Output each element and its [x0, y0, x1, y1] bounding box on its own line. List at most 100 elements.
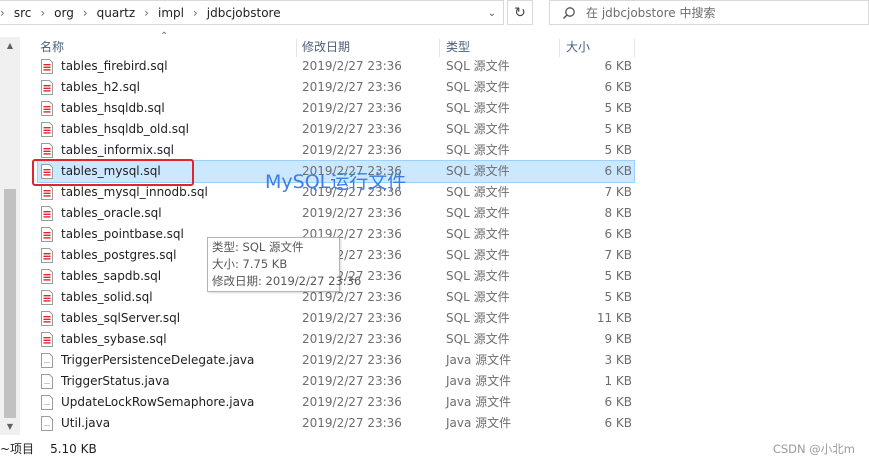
chevron-right-icon[interactable]: › — [0, 6, 5, 20]
status-bar: ~项目 5.10 KB CSDN @小北m — [0, 437, 869, 460]
file-row[interactable]: tables_h2.sql 2019/2/27 23:36 SQL 源文件 6 KB — [38, 77, 634, 98]
search-icon — [562, 6, 575, 19]
file-row[interactable]: tables_hsqldb_old.sql 2019/2/27 23:36 SQL … — [38, 119, 634, 140]
file-name: tables_pointbase.sql — [61, 227, 184, 241]
file-type: SQL 源文件 — [446, 227, 510, 241]
file-type: SQL 源文件 — [446, 143, 510, 157]
file-type: SQL 源文件 — [446, 311, 510, 325]
search-input[interactable]: 在 jdbcjobstore 中搜索 — [549, 0, 869, 25]
breadcrumb-item[interactable]: src — [14, 6, 32, 20]
file-size: 5 KB — [604, 143, 632, 157]
refresh-button[interactable]: ↻ — [507, 0, 533, 25]
scroll-thumb[interactable] — [4, 189, 16, 418]
column-header-name[interactable]: 名称 — [40, 37, 64, 58]
column-divider[interactable] — [634, 39, 635, 57]
file-row[interactable]: tables_hsqldb.sql 2019/2/27 23:36 SQL 源文件 5… — [38, 98, 634, 119]
file-row[interactable]: UpdateLockRowSemaphore.java 2019/2/27 23:… — [38, 392, 634, 413]
file-row[interactable]: tables_firebird.sql 2019/2/27 23:36 SQL 源文… — [38, 56, 634, 77]
chevron-right-icon[interactable]: › — [193, 6, 198, 20]
file-name: tables_oracle.sql — [61, 206, 162, 220]
file-size: 6 KB — [604, 59, 632, 73]
annotation-text: MySQL运行文件 — [265, 171, 407, 193]
file-row[interactable]: Util.java 2019/2/27 23:36 Java 源文件 6 KB — [38, 413, 634, 434]
breadcrumb-item[interactable]: impl — [158, 6, 184, 20]
breadcrumb-item[interactable]: quartz — [97, 6, 136, 20]
file-tooltip: 类型: SQL 源文件 大小: 7.75 KB 修改日期: 2019/2/27 … — [207, 237, 362, 292]
file-name: Util.java — [61, 416, 111, 430]
search-placeholder: 在 jdbcjobstore 中搜索 — [586, 6, 716, 20]
scroll-down-icon[interactable]: ▼ — [0, 418, 20, 435]
column-header-date[interactable]: 修改日期 — [302, 37, 350, 58]
sql-file-icon — [41, 59, 53, 74]
sql-file-icon — [41, 122, 53, 137]
java-file-icon — [41, 374, 53, 389]
file-name: TriggerStatus.java — [61, 374, 170, 388]
column-divider[interactable] — [559, 39, 560, 57]
column-header-size[interactable]: 大小 — [566, 37, 590, 58]
file-row[interactable]: tables_sybase.sql 2019/2/27 23:36 SQL 源文件 9… — [38, 329, 634, 350]
scroll-up-icon[interactable]: ▲ — [0, 37, 20, 54]
java-file-icon — [41, 416, 53, 431]
sql-file-icon — [41, 269, 53, 284]
file-date: 2019/2/27 23:36 — [302, 395, 402, 409]
file-date: 2019/2/27 23:36 — [302, 416, 402, 430]
chevron-right-icon[interactable]: › — [40, 6, 45, 20]
file-date: 2019/2/27 23:36 — [302, 311, 402, 325]
tooltip-date: 修改日期: 2019/2/27 23:36 — [212, 274, 362, 288]
sql-file-icon — [41, 332, 53, 347]
file-type: SQL 源文件 — [446, 80, 510, 94]
java-file-icon — [41, 353, 53, 368]
address-bar[interactable]: › src › org › quartz › impl › jdbcjobstore ⌄ — [0, 0, 504, 25]
file-date: 2019/2/27 23:36 — [302, 101, 402, 115]
file-row[interactable]: tables_informix.sql 2019/2/27 23:36 SQL 源文… — [38, 140, 634, 161]
file-name: tables_firebird.sql — [61, 59, 168, 73]
status-item-count: ~项目 — [0, 442, 35, 456]
column-divider[interactable] — [296, 39, 297, 57]
file-type: Java 源文件 — [446, 353, 512, 367]
file-name: tables_mysql.sql — [61, 164, 161, 178]
sql-file-icon — [41, 101, 53, 116]
file-name: tables_postgres.sql — [61, 248, 177, 262]
file-name: tables_sqlServer.sql — [61, 311, 181, 325]
chevron-right-icon[interactable]: › — [144, 6, 149, 20]
chevron-down-icon[interactable]: ⌄ — [485, 6, 499, 20]
file-size: 1 KB — [604, 374, 632, 388]
file-name: tables_informix.sql — [61, 143, 175, 157]
breadcrumb-item[interactable]: jdbcjobstore — [207, 6, 281, 20]
file-type: Java 源文件 — [446, 395, 512, 409]
file-date: 2019/2/27 23:36 — [302, 374, 402, 388]
breadcrumb: › src › org › quartz › impl › jdbcjobstore — [0, 6, 281, 20]
file-type: SQL 源文件 — [446, 248, 510, 262]
file-size: 6 KB — [604, 164, 632, 178]
sql-file-icon — [41, 80, 53, 95]
column-header-type[interactable]: 类型 — [446, 37, 470, 58]
column-divider[interactable] — [439, 39, 440, 57]
file-row[interactable]: TriggerStatus.java 2019/2/27 23:36 Java 源文… — [38, 371, 634, 392]
chevron-right-icon[interactable]: › — [83, 6, 88, 20]
file-name: tables_hsqldb_old.sql — [61, 122, 189, 136]
tooltip-type: 类型: SQL 源文件 — [212, 240, 304, 254]
file-type: Java 源文件 — [446, 416, 512, 430]
file-type: SQL 源文件 — [446, 122, 510, 136]
file-row[interactable]: tables_sqlServer.sql 2019/2/27 23:36 SQL 源… — [38, 308, 634, 329]
file-name: tables_sapdb.sql — [61, 269, 162, 283]
file-name: tables_sybase.sql — [61, 332, 167, 346]
sql-file-icon — [41, 290, 53, 305]
file-row[interactable]: TriggerPersistenceDelegate.java 2019/2/27… — [38, 350, 634, 371]
file-row[interactable]: tables_oracle.sql 2019/2/27 23:36 SQL 源文件 8… — [38, 203, 634, 224]
file-type: SQL 源文件 — [446, 164, 510, 178]
file-size: 5 KB — [604, 122, 632, 136]
file-type: SQL 源文件 — [446, 290, 510, 304]
sql-file-icon — [41, 164, 53, 179]
file-date: 2019/2/27 23:36 — [302, 59, 402, 73]
file-size: 11 KB — [596, 311, 632, 325]
file-type: SQL 源文件 — [446, 332, 510, 346]
column-headers: ⌃ 名称 修改日期 类型 大小 — [20, 31, 869, 58]
file-type: SQL 源文件 — [446, 59, 510, 73]
watermark: CSDN @小北m — [772, 442, 855, 456]
sql-file-icon — [41, 311, 53, 326]
file-name: tables_mysql_innodb.sql — [61, 185, 208, 199]
vertical-scrollbar[interactable]: ▲ ▼ — [0, 37, 20, 435]
file-name: tables_h2.sql — [61, 80, 140, 94]
breadcrumb-item[interactable]: org — [54, 6, 74, 20]
